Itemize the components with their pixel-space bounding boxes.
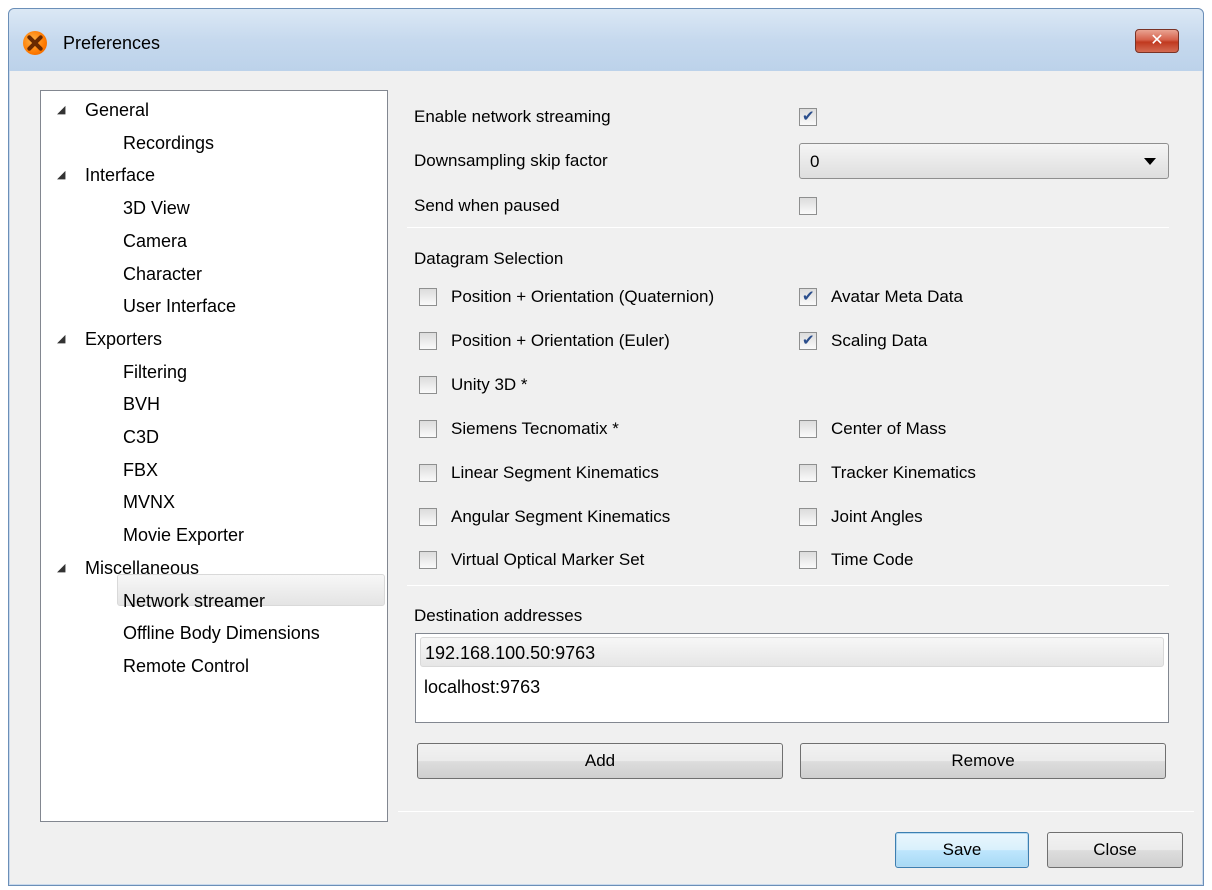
tree-item-fbx[interactable]: FBX xyxy=(123,454,158,486)
datagram-unity-3d-checkbox[interactable] xyxy=(419,376,437,394)
preferences-tree[interactable]: ◢ General Recordings ◢ Interface 3D View Camer… xyxy=(40,90,388,822)
window-title: Preferences xyxy=(63,33,161,53)
downsampling-label: Downsampling skip factor xyxy=(414,151,608,170)
datagram-virtual-optical-marker-set-checkbox[interactable] xyxy=(419,551,437,569)
datagram-siemens-tecnomatix-checkbox[interactable] xyxy=(419,420,437,438)
tree-item-camera[interactable]: Camera xyxy=(123,225,187,257)
window-close-button[interactable]: ✕ xyxy=(1135,29,1179,53)
datagram-option-label: Siemens Tecnomatix * xyxy=(451,419,619,438)
datagram-option-label: Time Code xyxy=(831,550,914,569)
datagram-option-label: Unity 3D * xyxy=(451,375,528,394)
downsampling-select[interactable]: 0 xyxy=(799,143,1169,179)
datagram-scaling-data-checkbox[interactable] xyxy=(799,331,817,350)
datagram-option-label: Virtual Optical Marker Set xyxy=(451,550,645,569)
send-paused-checkbox[interactable] xyxy=(799,197,817,215)
tree-item-interface[interactable]: Interface xyxy=(85,159,155,191)
datagram-option-label: Position + Orientation (Quaternion) xyxy=(451,287,715,306)
save-button[interactable]: Save xyxy=(895,832,1029,868)
tree-item-exporters[interactable]: Exporters xyxy=(85,323,162,355)
datagram-center-of-mass-checkbox[interactable] xyxy=(799,420,817,438)
tree-item-network-streamer[interactable]: Network streamer xyxy=(123,585,265,617)
tree-item-movie-exporter[interactable]: Movie Exporter xyxy=(123,519,244,551)
tree-item-mvnx[interactable]: MVNX xyxy=(123,486,175,518)
tree-item-bvh[interactable]: BVH xyxy=(123,388,160,420)
tree-expand-arrow-icon[interactable]: ◢ xyxy=(57,103,65,116)
enable-streaming-label: Enable network streaming xyxy=(414,107,611,126)
enable-streaming-checkbox[interactable] xyxy=(799,107,817,126)
datagram-option-label: Avatar Meta Data xyxy=(831,287,963,306)
tree-expand-arrow-icon[interactable]: ◢ xyxy=(57,332,65,345)
separator xyxy=(407,585,1169,586)
datagram-option-label: Center of Mass xyxy=(831,419,947,438)
tree-item-user-interface[interactable]: User Interface xyxy=(123,290,236,322)
tree-item-offline-body-dimensions[interactable]: Offline Body Dimensions xyxy=(123,617,320,649)
datagram-angular-segment-kinematics-checkbox[interactable] xyxy=(419,508,437,526)
tree-item-filtering[interactable]: Filtering xyxy=(123,356,187,388)
destinations-heading: Destination addresses xyxy=(414,606,583,625)
datagram-linear-segment-kinematics-checkbox[interactable] xyxy=(419,464,437,482)
datagram-time-code-checkbox[interactable] xyxy=(799,551,817,569)
tree-expand-arrow-icon[interactable]: ◢ xyxy=(57,168,65,181)
tree-item-miscellaneous[interactable]: Miscellaneous xyxy=(85,552,199,584)
datagram-option-label: Tracker Kinematics xyxy=(831,463,976,482)
remove-button[interactable]: Remove xyxy=(800,743,1166,779)
dialog-client-area: ◢ General Recordings ◢ Interface 3D View Camer… xyxy=(17,71,1197,879)
datagram-option-label: Position + Orientation (Euler) xyxy=(451,331,670,350)
tree-expand-arrow-icon[interactable]: ◢ xyxy=(57,561,65,574)
tree-item-character[interactable]: Character xyxy=(123,258,202,290)
destination-address-list[interactable]: 192.168.100.50:9763 localhost:9763 xyxy=(415,633,1169,723)
title-bar[interactable]: Preferences ✕ xyxy=(9,9,1203,71)
datagram-joint-angles-checkbox[interactable] xyxy=(799,508,817,526)
footer-separator xyxy=(398,811,1194,812)
tree-item-remote-control[interactable]: Remote Control xyxy=(123,650,249,682)
preferences-window: Preferences ✕ ◢ General Recordings ◢ Interfa… xyxy=(8,8,1204,886)
tree-item-c3d[interactable]: C3D xyxy=(123,421,159,453)
datagram-option-label: Scaling Data xyxy=(831,331,928,350)
tree-item-recordings[interactable]: Recordings xyxy=(123,127,214,159)
datagram-tracker-kinematics-checkbox[interactable] xyxy=(799,464,817,482)
separator xyxy=(407,227,1169,228)
tree-item-3d-view[interactable]: 3D View xyxy=(123,192,190,224)
datagram-option-label: Angular Segment Kinematics xyxy=(451,507,671,526)
datagram-heading: Datagram Selection xyxy=(414,249,564,268)
destination-address-item[interactable]: 192.168.100.50:9763 xyxy=(420,637,1164,667)
downsampling-value: 0 xyxy=(810,152,820,171)
datagram-position-orientation-euler-checkbox[interactable] xyxy=(419,332,437,350)
add-button[interactable]: Add xyxy=(417,743,783,779)
close-button[interactable]: Close xyxy=(1047,832,1183,868)
datagram-option-label: Linear Segment Kinematics xyxy=(451,463,659,482)
datagram-position-orientation-quaternion-checkbox[interactable] xyxy=(419,288,437,306)
datagram-avatar-meta-data-checkbox[interactable] xyxy=(799,287,817,306)
tree-item-general[interactable]: General xyxy=(85,94,149,126)
send-paused-label: Send when paused xyxy=(414,196,560,215)
dropdown-arrow-icon xyxy=(1144,158,1156,165)
destination-address-item[interactable]: localhost:9763 xyxy=(420,672,1164,702)
datagram-option-label: Joint Angles xyxy=(831,507,923,526)
app-logo-icon xyxy=(23,31,47,55)
